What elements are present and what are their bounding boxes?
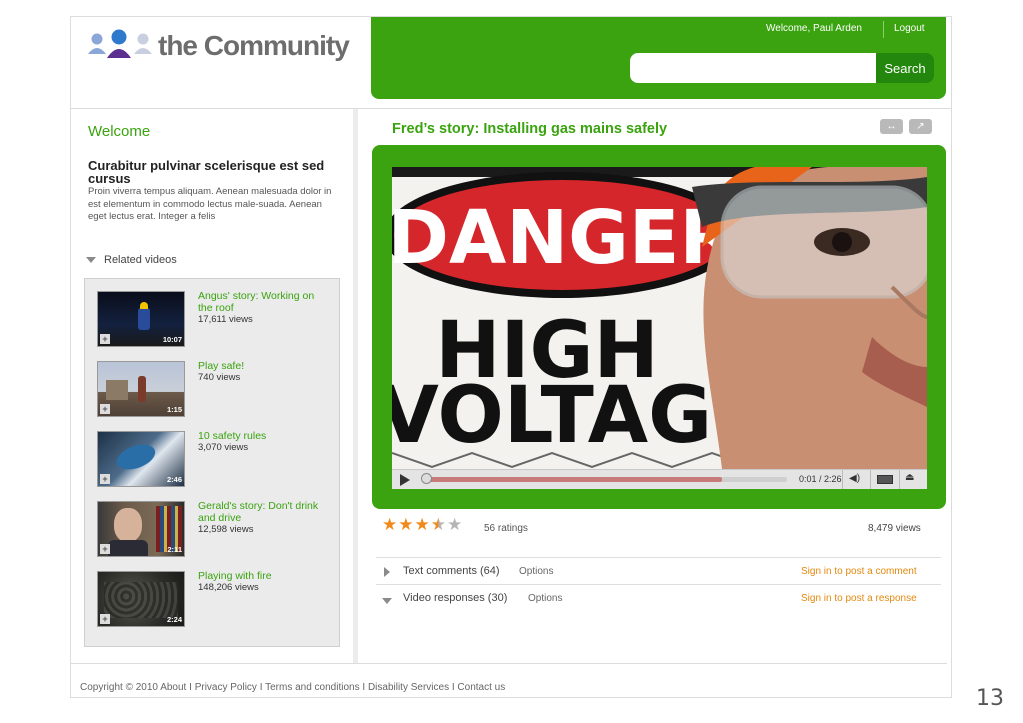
add-icon[interactable]: + <box>100 544 110 554</box>
related-video-views: 17,611 views <box>198 314 253 325</box>
related-video-title[interactable]: Playing with fire <box>198 570 323 582</box>
community-people-icon <box>88 29 152 58</box>
star-icon[interactable]: ★ <box>398 516 413 534</box>
video-duration: 2:11 <box>167 545 182 554</box>
text-comments-toggle[interactable]: Text comments (64) <box>403 565 500 577</box>
fullscreen-icon[interactable]: ⏏ <box>905 472 914 483</box>
add-icon[interactable]: + <box>100 474 110 484</box>
header-separator <box>883 21 884 38</box>
control-divider <box>899 470 900 489</box>
video-thumbnail: + 10:07 <box>97 291 185 347</box>
star-rating[interactable]: ★ ★ ★ ★ ★ <box>382 516 463 534</box>
related-video-item[interactable]: + 2:24 Playing with fire 148,206 views <box>97 570 327 627</box>
video-duration: 1:15 <box>166 405 182 414</box>
sign-voltage-text: VOLTAGE <box>392 371 765 461</box>
footer-link-disability[interactable]: Disability Services <box>368 682 449 693</box>
add-icon[interactable]: + <box>100 614 110 624</box>
related-video-views: 3,070 views <box>198 442 249 453</box>
sign-in-response-link[interactable]: Sign in to post a response <box>801 593 917 604</box>
star-icon[interactable]: ★ <box>415 516 430 534</box>
expand-arrow-icon[interactable] <box>384 567 390 577</box>
related-video-title[interactable]: Angus' story: Working on the roof <box>198 290 323 314</box>
footer-link-about[interactable]: About <box>160 682 186 693</box>
related-video-item[interactable]: + 1:15 Play safe! 740 views <box>97 360 327 417</box>
copyright: Copyright © 2010 <box>80 682 158 693</box>
sidebar-heading: Curabitur pulvinar scelerisque est sed c… <box>88 158 325 186</box>
footer-link-contact[interactable]: Contact us <box>457 682 505 693</box>
time-display: 0:01 / 2:26 <box>799 474 842 484</box>
related-videos-label: Related videos <box>104 254 177 266</box>
related-video-views: 740 views <box>198 372 241 383</box>
footer-link-privacy[interactable]: Privacy Policy <box>195 682 257 693</box>
page-number: 13 <box>976 686 1004 711</box>
footer-link-terms[interactable]: Terms and conditions <box>265 682 360 693</box>
brand-name: the Community <box>158 30 350 61</box>
divider-line <box>376 557 941 558</box>
related-video-views: 148,206 views <box>198 582 259 593</box>
logo[interactable]: the Community <box>88 28 350 64</box>
related-video-title[interactable]: Gerald's story: Don't drink and drive <box>198 500 323 524</box>
related-video-item[interactable]: + 2:11 Gerald's story: Don't drink and d… <box>97 500 327 557</box>
progress-fill <box>425 477 722 482</box>
related-video-item[interactable]: + 2:46 10 safety rules 3,070 views <box>97 430 327 487</box>
sign-in-comment-link[interactable]: Sign in to post a comment <box>801 566 917 577</box>
view-count: 8,479 views <box>868 523 921 534</box>
welcome-user: Welcome, Paul Arden <box>766 23 862 34</box>
related-videos-toggle[interactable]: Related videos <box>86 254 177 266</box>
play-icon[interactable] <box>400 474 410 486</box>
video-responses-options[interactable]: Options <box>528 593 562 604</box>
video-controls: 0:01 / 2:26 ◀) ⏏ <box>392 469 927 489</box>
sign-danger-text: DANGER <box>392 195 736 281</box>
star-icon[interactable]: ★ <box>431 516 446 534</box>
expand-icon[interactable]: ↔ <box>880 119 903 134</box>
star-icon[interactable]: ★ <box>382 516 397 534</box>
logout-link[interactable]: Logout <box>894 23 925 34</box>
add-icon[interactable]: + <box>100 334 110 344</box>
related-video-title[interactable]: Play safe! <box>198 360 323 372</box>
volume-icon[interactable]: ◀) <box>849 473 860 484</box>
collapse-arrow-icon[interactable] <box>382 598 392 604</box>
popout-icon[interactable]: ↗ <box>909 119 932 134</box>
video-thumbnail: + 2:11 <box>97 501 185 557</box>
sidebar-text: Proin viverra tempus aliquam. Aenean mal… <box>88 186 332 222</box>
search-input[interactable] <box>630 53 876 83</box>
add-icon[interactable]: + <box>100 404 110 414</box>
search-button[interactable]: Search <box>876 53 934 83</box>
progress-track[interactable] <box>425 477 787 482</box>
screen-size-icon[interactable] <box>877 475 893 484</box>
text-comments-options[interactable]: Options <box>519 566 553 577</box>
video-duration: 2:46 <box>166 475 182 484</box>
video-responses-toggle[interactable]: Video responses (30) <box>403 592 507 604</box>
sidebar-welcome: Welcome <box>88 123 151 140</box>
video-frame-image: DANGER HIGH VOLTAGE <box>392 167 927 469</box>
control-divider <box>842 470 843 489</box>
video-thumbnail: + 2:46 <box>97 431 185 487</box>
related-video-item[interactable]: + 10:07 Angus' story: Working on the roo… <box>97 290 327 347</box>
video-thumbnail: + 2:24 <box>97 571 185 627</box>
video-title: Fred’s story: Installing gas mains safel… <box>392 121 668 137</box>
video-thumbnail: + 1:15 <box>97 361 185 417</box>
related-video-views: 12,598 views <box>198 524 254 535</box>
collapse-arrow-icon <box>86 257 96 263</box>
video-duration: 10:07 <box>162 335 182 344</box>
footer-divider <box>71 663 947 664</box>
ratings-count: 56 ratings <box>484 523 528 534</box>
related-video-title[interactable]: 10 safety rules <box>198 430 323 442</box>
control-divider <box>870 470 871 489</box>
video-duration: 2:24 <box>166 615 182 624</box>
divider-line <box>376 584 941 585</box>
video-player[interactable]: DANGER HIGH VOLTAGE <box>392 167 927 469</box>
star-icon[interactable]: ★ <box>447 516 462 534</box>
progress-handle[interactable] <box>421 473 432 484</box>
footer: Copyright © 2010 About I Privacy Policy … <box>80 682 506 693</box>
